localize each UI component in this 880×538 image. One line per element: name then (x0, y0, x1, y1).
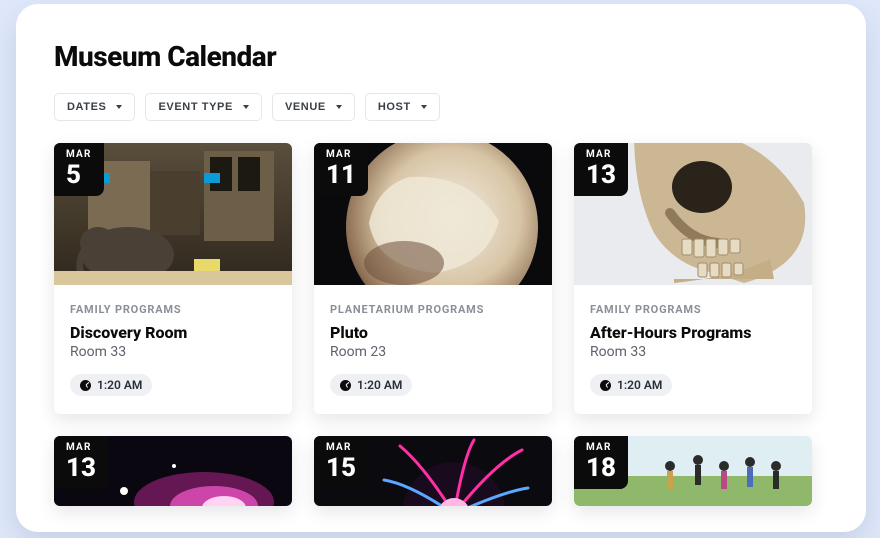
event-card-body: FAMILY PROGRAMS Discovery Room Room 33 1… (54, 285, 292, 414)
filter-event-type[interactable]: EVENT TYPE (145, 93, 261, 121)
event-room: Room 33 (590, 344, 796, 360)
filter-label: DATES (67, 101, 106, 113)
filter-label: EVENT TYPE (158, 101, 232, 113)
date-day: 5 (66, 162, 92, 188)
event-card-body: FAMILY PROGRAMS After-Hours Programs Roo… (574, 285, 812, 414)
clock-icon (80, 380, 91, 391)
event-card[interactable]: MAR 5 FAMILY PROGRAMS Discovery Room Roo… (54, 143, 292, 414)
event-time-chip: 1:20 AM (330, 374, 412, 396)
filter-venue[interactable]: VENUE (272, 93, 355, 121)
event-room: Room 23 (330, 344, 536, 360)
event-card[interactable]: MAR 11 PLANETARIUM PROGRAMS Pluto Room 2… (314, 143, 552, 414)
event-card[interactable]: MAR 13 FAMILY PROGRAMS After-Hours Progr… (574, 143, 812, 414)
date-month: MAR (586, 442, 616, 453)
event-title: Pluto (330, 323, 536, 342)
event-thumbnail: MAR 15 (314, 436, 552, 506)
filter-host[interactable]: HOST (365, 93, 440, 121)
event-category: PLANETARIUM PROGRAMS (330, 303, 536, 316)
event-thumbnail: MAR 18 (574, 436, 812, 506)
date-month: MAR (66, 149, 92, 160)
event-thumbnail: MAR 5 (54, 143, 292, 285)
event-card[interactable]: MAR 15 (314, 436, 552, 506)
page-title: Museum Calendar (54, 40, 828, 73)
filter-bar: DATES EVENT TYPE VENUE HOST (54, 93, 828, 121)
clock-icon (340, 380, 351, 391)
date-month: MAR (66, 442, 96, 453)
chevron-down-icon (243, 105, 249, 109)
event-thumbnail: MAR 13 (574, 143, 812, 285)
clock-icon (600, 380, 611, 391)
date-month: MAR (326, 149, 356, 160)
date-badge: MAR 15 (314, 436, 368, 489)
date-day: 13 (586, 162, 616, 188)
event-category: FAMILY PROGRAMS (70, 303, 276, 316)
event-time-chip: 1:20 AM (70, 374, 152, 396)
event-time: 1:20 AM (357, 378, 402, 392)
event-category: FAMILY PROGRAMS (590, 303, 796, 316)
date-badge: MAR 13 (574, 143, 628, 196)
filter-label: HOST (378, 101, 411, 113)
chevron-down-icon (421, 105, 427, 109)
event-card-body: PLANETARIUM PROGRAMS Pluto Room 23 1:20 … (314, 285, 552, 414)
events-grid: MAR 5 FAMILY PROGRAMS Discovery Room Roo… (54, 143, 828, 506)
filter-label: VENUE (285, 101, 326, 113)
event-time-chip: 1:20 AM (590, 374, 672, 396)
event-time: 1:20 AM (617, 378, 662, 392)
date-day: 11 (326, 162, 356, 188)
date-badge: MAR 11 (314, 143, 368, 196)
chevron-down-icon (116, 105, 122, 109)
date-month: MAR (326, 442, 356, 453)
date-badge: MAR 5 (54, 143, 104, 196)
date-day: 13 (66, 455, 96, 481)
event-title: After-Hours Programs (590, 323, 796, 342)
event-title: Discovery Room (70, 323, 276, 342)
calendar-panel: Museum Calendar DATES EVENT TYPE VENUE H… (16, 4, 866, 532)
event-time: 1:20 AM (97, 378, 142, 392)
chevron-down-icon (336, 105, 342, 109)
event-card[interactable]: MAR 13 (54, 436, 292, 506)
filter-dates[interactable]: DATES (54, 93, 135, 121)
event-thumbnail: MAR 13 (54, 436, 292, 506)
date-day: 15 (326, 455, 356, 481)
event-thumbnail: MAR 11 (314, 143, 552, 285)
date-badge: MAR 13 (54, 436, 108, 489)
date-month: MAR (586, 149, 616, 160)
date-day: 18 (586, 455, 616, 481)
event-room: Room 33 (70, 344, 276, 360)
date-badge: MAR 18 (574, 436, 628, 489)
event-card[interactable]: MAR 18 (574, 436, 812, 506)
